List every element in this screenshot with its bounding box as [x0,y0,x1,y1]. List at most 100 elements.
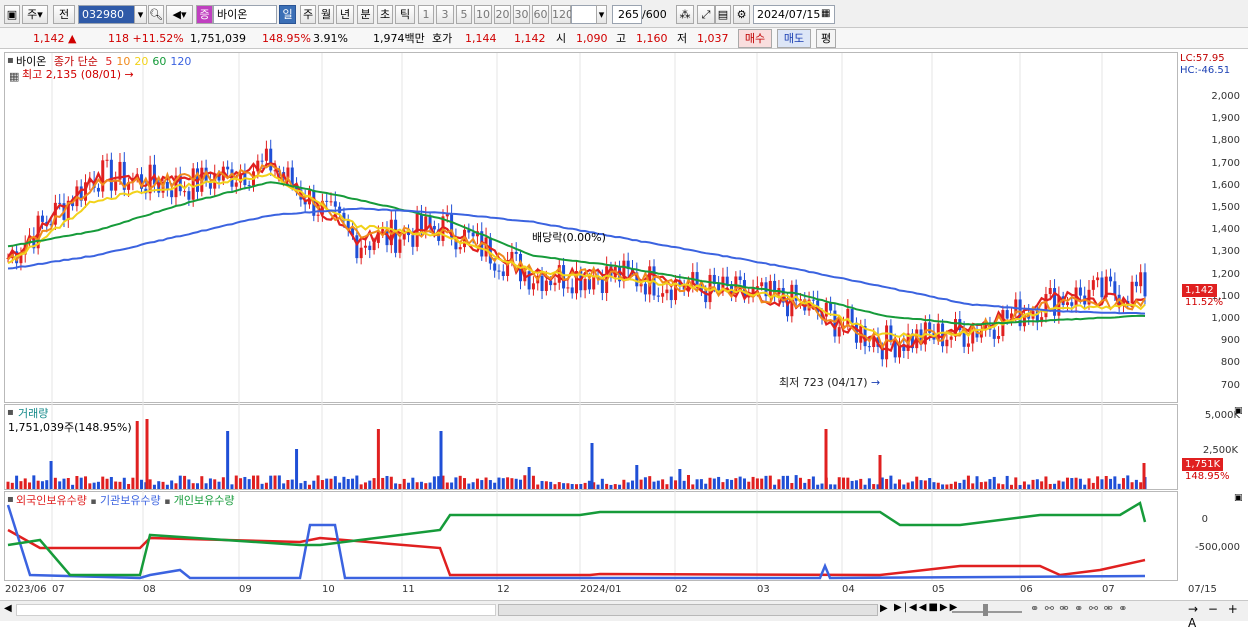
playback-controls[interactable]: ▶|◀◀■▶▶ [894,602,959,613]
holding-pane-close-icon[interactable]: ▣ [1234,493,1243,503]
volume-bar [932,482,936,489]
volume-bar [475,478,479,489]
table-view-icon[interactable]: ▦ [9,70,19,83]
volume-pane-close-icon[interactable]: ▣ [1234,406,1243,416]
volume-bar [351,478,355,489]
volume-bar [945,484,949,489]
volume-bar [501,478,505,489]
x-axis-label: 12 [497,584,510,595]
volume-ytick: 2,500K [1202,445,1238,456]
volume-bar [872,484,876,489]
volume-pane-menu-icon[interactable]: ▪ [7,407,14,418]
candle-body [363,245,367,248]
volume-bar [514,478,518,489]
volume-pct-tag: 148.95% [1185,471,1230,482]
candle-body [1109,276,1113,282]
ma-line-20 [7,172,1146,338]
ma-legend-item: 20 [134,55,149,68]
volume-bar [755,478,759,489]
volume-spike [878,455,882,489]
candle-body [514,251,518,254]
volume-bar [428,482,432,489]
volume-bar [49,461,53,489]
volume-bar [230,484,234,489]
volume-bar [519,479,523,489]
scroll-thumb[interactable] [498,604,878,616]
candle-body [1143,272,1147,297]
volume-bar [1061,481,1065,489]
volume-bar [1005,475,1009,489]
x-axis-label: 07/15 [1188,584,1217,595]
volume-bar [312,480,316,489]
volume-bar [596,484,600,489]
holding-scale: 0 -500,000 [1178,491,1244,581]
volume-bar [407,482,411,489]
volume-bar [699,479,703,489]
volume-bar [217,481,221,489]
volume-bar [557,482,561,489]
volume-bar [118,481,122,489]
volume-bar [355,475,359,489]
volume-bar [1027,484,1031,489]
volume-bar [71,484,75,489]
pane-menu-icon[interactable]: ▪ [7,55,14,66]
volume-bar [424,483,428,489]
pct-tag: 11.52% [1185,297,1224,308]
x-axis-label: 07 [1102,584,1115,595]
volume-bar [1065,477,1069,489]
volume-bar [1083,484,1087,489]
x-axis-label: 2023/06 [5,584,47,595]
volume-bar [183,475,187,489]
volume-bar [92,482,96,489]
volume-bar [820,483,824,489]
candle-body [553,282,557,286]
volume-bar [798,477,802,489]
scroll-track[interactable] [16,604,496,616]
candle-body [738,276,742,281]
volume-bar [1044,476,1048,489]
volume-bar [919,480,923,489]
candle-body [949,336,953,340]
volume-bar [178,475,182,489]
candle-body [260,160,264,162]
volume-bar [1035,479,1039,489]
volume-bar [53,477,57,489]
volume-bar [316,475,320,489]
candle-body [368,245,372,251]
candle-body [566,287,570,289]
scroll-left-icon[interactable]: ◀ [4,603,12,614]
candle-body [359,247,363,259]
volume-bar [363,482,367,489]
candle-body [549,280,553,286]
candle-body [1065,302,1069,306]
volume-bar [506,477,510,489]
zoom-controls[interactable]: → − + A [1188,602,1248,630]
candle-body [170,190,174,198]
ma-line-10 [7,163,1146,350]
volume-bar [579,483,583,489]
volume-bar [273,475,277,489]
holding-pane-menu-icon[interactable]: ▪ [7,494,14,505]
volume-bar [1022,481,1026,489]
x-axis-label: 07 [52,584,65,595]
volume-bar [958,482,962,489]
candle-body [1130,281,1134,304]
volume-bar [28,482,32,489]
scroll-right-icon[interactable]: ▶ [880,603,888,614]
volume-bar [842,477,846,489]
zoom-slider-handle[interactable] [983,604,988,616]
volume-bar [127,483,131,489]
candle-body [966,343,970,347]
price-ytick: 1,800 [1211,135,1240,147]
volume-bar [669,476,673,489]
volume-bar [949,483,953,489]
volume-bar [471,482,475,489]
ma-line-60 [7,181,1146,326]
volume-bar [639,479,643,489]
candle-body [1070,302,1074,306]
candle-body [1096,277,1100,281]
volume-bar [570,484,574,489]
volume-bar [630,480,634,489]
volume-bar [131,477,135,489]
drawing-tools[interactable]: ⚭ ⚯ ⚮ ⚭ ⚯ ⚮ ⚭ [1030,602,1129,615]
